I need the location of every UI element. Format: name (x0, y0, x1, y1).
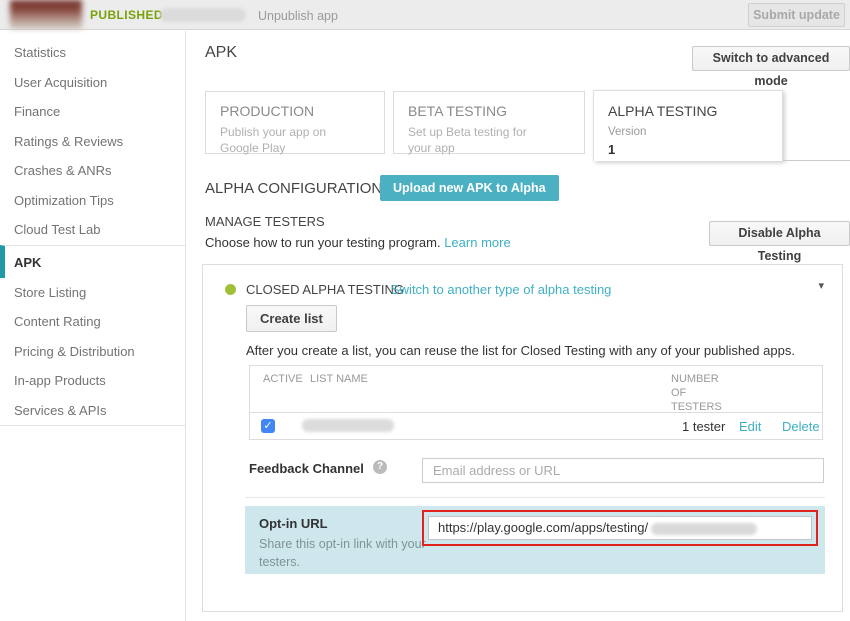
sidebar-item-statistics[interactable]: Statistics (0, 38, 185, 68)
check-icon: ✓ (263, 420, 272, 432)
testers-table-header: ACTIVE LIST NAME NUMBER OF TESTERS (250, 366, 822, 413)
list-name-redacted (302, 419, 394, 432)
page-title: APK (205, 44, 237, 62)
opt-in-url-label: Opt-in URL (259, 516, 328, 531)
opt-in-url-redacted (651, 523, 757, 535)
manage-testers-description: Choose how to run your testing program. … (205, 235, 511, 250)
alpha-configuration-heading: ALPHA CONFIGURATION (205, 180, 382, 197)
testers-table: ACTIVE LIST NAME NUMBER OF TESTERS ✓ 1 t… (249, 365, 823, 440)
submit-update-button[interactable]: Submit update (748, 3, 845, 27)
delete-list-link[interactable]: Delete (782, 419, 820, 434)
disable-alpha-testing-button[interactable]: Disable Alpha Testing (709, 221, 850, 246)
unpublish-app-link[interactable]: Unpublish app (258, 9, 338, 23)
sidebar-divider (185, 31, 186, 621)
testers-count: 1 tester (682, 419, 725, 434)
active-checkbox[interactable]: ✓ (261, 419, 275, 433)
table-row: ✓ 1 tester Edit Delete (250, 413, 822, 439)
create-list-button[interactable]: Create list (246, 305, 337, 332)
sidebar-item-finance[interactable]: Finance (0, 97, 185, 127)
tab-production-subtitle: Publish your app on Google Play (220, 124, 360, 156)
column-header-active: ACTIVE (263, 372, 303, 386)
sidebar-item-in-app-products[interactable]: In-app Products (0, 366, 185, 396)
edit-list-link[interactable]: Edit (739, 419, 761, 434)
app-header-bar: PUBLISHED Unpublish app Submit update (0, 0, 850, 30)
sidebar-item-crashes-anrs[interactable]: Crashes & ANRs (0, 156, 185, 186)
feedback-channel-label: Feedback Channel (249, 461, 364, 476)
app-name-redacted (160, 8, 246, 22)
sidebar-item-pricing-distribution[interactable]: Pricing & Distribution (0, 337, 185, 367)
opt-in-url-input[interactable]: https://play.google.com/apps/testing/ (428, 516, 812, 540)
tab-alpha-title: ALPHA TESTING (608, 103, 768, 119)
help-icon[interactable]: ? (373, 460, 387, 474)
chevron-down-icon[interactable]: ▾ (818, 279, 824, 292)
feedback-channel-input[interactable] (422, 458, 824, 483)
description-text: Choose how to run your testing program. (205, 235, 441, 250)
switch-alpha-type-link[interactable]: Switch to another type of alpha testing (391, 282, 611, 297)
tab-beta-title: BETA TESTING (408, 103, 570, 119)
opt-in-url-description: Share this opt-in link with your testers… (259, 535, 439, 571)
tab-beta-testing[interactable]: BETA TESTING Set up Beta testing for you… (393, 91, 585, 154)
play-console-apk-page: PUBLISHED Unpublish app Submit update St… (0, 0, 850, 621)
sidebar-item-content-rating[interactable]: Content Rating (0, 307, 185, 337)
sidebar-item-apk[interactable]: APK (0, 245, 185, 278)
closed-alpha-panel: CLOSED ALPHA TESTING Switch to another t… (202, 264, 843, 612)
tab-alpha-version-label: Version (608, 126, 768, 138)
tab-alpha-version-value: 1 (608, 142, 768, 157)
sidebar-item-optimization-tips[interactable]: Optimization Tips (0, 186, 185, 216)
sidebar-item-services-apis[interactable]: Services & APIs (0, 396, 185, 426)
published-status-badge: PUBLISHED (90, 8, 163, 22)
sidebar-bottom-border (0, 425, 185, 426)
tab-production-title: PRODUCTION (220, 103, 370, 119)
learn-more-link[interactable]: Learn more (444, 235, 510, 250)
sidebar-item-ratings-reviews[interactable]: Ratings & Reviews (0, 127, 185, 157)
closed-alpha-title: CLOSED ALPHA TESTING (246, 282, 404, 297)
panel-divider (245, 497, 825, 498)
manage-testers-heading: MANAGE TESTERS (205, 214, 325, 229)
column-header-list-name: LIST NAME (310, 372, 368, 386)
switch-advanced-mode-button[interactable]: Switch to advanced mode (692, 46, 850, 71)
tab-beta-subtitle: Set up Beta testing for your app (408, 124, 548, 156)
tab-alpha-testing[interactable]: ALPHA TESTING Version 1 (593, 90, 783, 161)
column-header-number-of-testers: NUMBER OF TESTERS (671, 372, 735, 414)
opt-in-url-text: https://play.google.com/apps/testing/ (438, 520, 648, 535)
sidebar-item-cloud-test-lab[interactable]: Cloud Test Lab (0, 215, 185, 245)
sidebar-item-store-listing[interactable]: Store Listing (0, 278, 185, 308)
tab-production[interactable]: PRODUCTION Publish your app on Google Pl… (205, 91, 385, 154)
app-icon (10, 0, 82, 29)
opt-in-url-highlight-box: https://play.google.com/apps/testing/ (422, 510, 818, 546)
tabs-baseline-rule (783, 160, 850, 161)
upload-new-apk-button[interactable]: Upload new APK to Alpha (380, 175, 559, 201)
sidebar-nav: Statistics User Acquisition Finance Rati… (0, 31, 185, 426)
sidebar-item-user-acquisition[interactable]: User Acquisition (0, 68, 185, 98)
opt-in-section: Opt-in URL Share this opt-in link with y… (245, 506, 825, 574)
create-list-note: After you create a list, you can reuse t… (246, 343, 795, 358)
active-status-dot-icon (225, 284, 236, 295)
